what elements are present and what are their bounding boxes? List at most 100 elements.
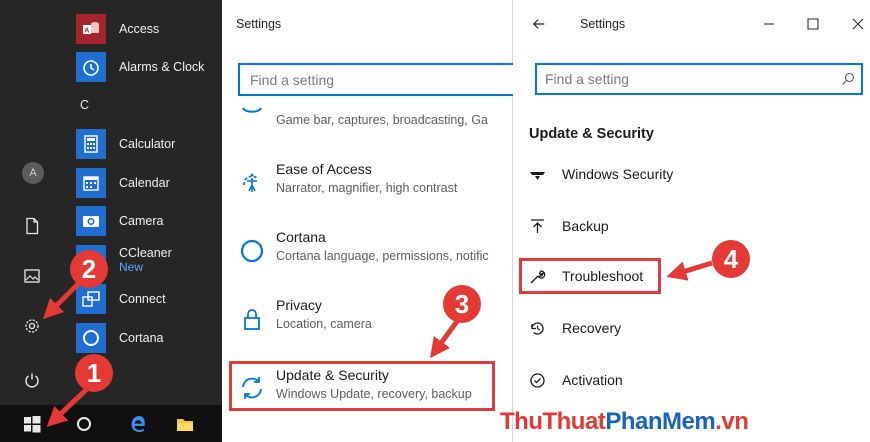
category-desc: Windows Update, recovery, backup (276, 387, 472, 401)
nav-label: Troubleshoot (562, 268, 644, 284)
maximize-icon (807, 18, 819, 30)
shield-icon (527, 164, 547, 184)
category-ease-of-access[interactable]: Ease of Access Narrator, magnifier, high… (232, 161, 522, 207)
close-button[interactable] (847, 13, 869, 35)
maximize-button[interactable] (802, 13, 824, 35)
app-name: Cortana (119, 331, 164, 345)
category-desc: Narrator, magnifier, high contrast (276, 181, 458, 195)
alarm-clock-icon (76, 52, 106, 82)
category-title: Update & Security (276, 367, 389, 383)
category-desc: Game bar, captures, broadcasting, Ga (276, 113, 488, 127)
new-badge: New (119, 260, 144, 274)
category-gaming[interactable]: Game bar, captures, broadcasting, Ga (232, 104, 522, 150)
app-name: CCleaner New (119, 246, 172, 274)
nav-troubleshoot[interactable]: Troubleshoot (519, 258, 661, 294)
app-cortana[interactable]: Cortana (76, 321, 216, 355)
app-connect[interactable]: Connect (76, 282, 216, 316)
nav-label: Backup (562, 218, 609, 234)
wrench-icon (527, 266, 547, 286)
nav-backup[interactable]: Backup (527, 211, 827, 241)
app-calendar[interactable]: Calendar (76, 166, 216, 200)
user-avatar[interactable]: A (22, 162, 44, 184)
app-camera[interactable]: Camera (76, 204, 216, 238)
back-arrow-icon (532, 19, 545, 29)
settings-gear-icon[interactable] (20, 314, 44, 338)
edge-icon (131, 415, 145, 432)
app-name: Alarms & Clock (119, 60, 205, 74)
search-icon[interactable] (841, 72, 855, 86)
window-title: Settings (580, 17, 626, 31)
cortana-search-button[interactable] (64, 405, 104, 442)
file-explorer-button[interactable] (165, 405, 205, 442)
watermark-part2: PhanMem (605, 408, 716, 435)
category-title: Cortana (276, 229, 326, 245)
documents-icon[interactable] (20, 214, 44, 238)
app-calculator[interactable]: Calculator (76, 127, 216, 161)
folder-icon (177, 418, 193, 431)
recovery-icon (527, 318, 547, 338)
camera-icon (76, 206, 106, 236)
category-desc: Location, camera (276, 317, 372, 331)
cortana-icon (76, 323, 106, 353)
section-heading: Update & Security (529, 126, 654, 142)
close-icon (852, 18, 864, 30)
cortana-circle-icon (77, 416, 91, 431)
power-icon[interactable] (20, 368, 44, 392)
nav-label: Activation (562, 372, 623, 388)
windows-logo-icon (24, 415, 41, 432)
category-cortana[interactable]: Cortana Cortana language, permissions, n… (232, 229, 522, 275)
watermark-part3: .vn (715, 408, 749, 435)
minimize-button[interactable] (758, 13, 780, 35)
settings-window-home: Settings Game bar, captures, broadcastin… (222, 0, 518, 442)
taskbar (0, 405, 222, 442)
window-title: Settings (236, 17, 282, 31)
start-button[interactable] (12, 405, 52, 442)
category-desc: Cortana language, permissions, notific (276, 249, 489, 263)
search-box[interactable] (535, 63, 863, 95)
nav-label: Recovery (562, 320, 622, 336)
step-badge-4: 4 (712, 240, 750, 278)
watermark: ThuThuatPhanMem.vn (500, 408, 749, 436)
access-icon: A (76, 14, 106, 44)
app-name: Connect (119, 292, 166, 306)
app-name: Calendar (119, 176, 170, 190)
category-update-security[interactable]: Update & Security Windows Update, recove… (229, 361, 495, 411)
category-title: Privacy (276, 297, 322, 313)
calendar-icon (76, 168, 106, 198)
step-badge-3: 3 (443, 285, 481, 323)
sync-icon (238, 374, 266, 402)
app-name: Calculator (119, 137, 176, 151)
step-badge-1: 1 (75, 354, 113, 392)
back-button[interactable] (528, 13, 550, 35)
pictures-icon[interactable] (20, 264, 44, 288)
lock-icon (238, 305, 266, 333)
nav-windows-security[interactable]: Windows Security (527, 159, 827, 189)
start-rail: A (0, 0, 64, 405)
search-box[interactable] (238, 63, 518, 96)
watermark-part1: ThuThuat (500, 408, 606, 435)
category-title: Ease of Access (276, 161, 372, 177)
app-name: Access (119, 22, 160, 36)
calculator-icon (76, 129, 106, 159)
nav-activation[interactable]: Activation (527, 365, 827, 395)
minimize-icon (764, 23, 774, 25)
gaming-icon (238, 102, 266, 130)
app-alarms-clock[interactable]: Alarms & Clock (76, 50, 216, 84)
search-input[interactable] (240, 65, 516, 94)
settings-window-update-security: Settings Update & Security Windows Secur… (513, 0, 870, 442)
nav-label: Windows Security (562, 166, 674, 182)
app-name-ccleaner: CCleaner (119, 246, 172, 260)
check-circle-icon (527, 370, 547, 390)
app-access[interactable]: A Access (76, 12, 216, 46)
app-name: Camera (119, 214, 164, 228)
search-input[interactable] (537, 65, 861, 93)
step-badge-2: 2 (70, 250, 108, 288)
screenshot-stage: A A Access Alarms & Clock C Calculator C… (0, 0, 870, 442)
cortana-ring-icon (238, 237, 266, 265)
start-menu: A A Access Alarms & Clock C Calculator C… (0, 0, 222, 405)
letter-header-c[interactable]: C (80, 98, 89, 112)
nav-recovery[interactable]: Recovery (527, 313, 827, 343)
edge-button[interactable] (118, 405, 158, 442)
backup-arrow-icon (527, 216, 547, 236)
svg-text:A: A (84, 28, 89, 35)
